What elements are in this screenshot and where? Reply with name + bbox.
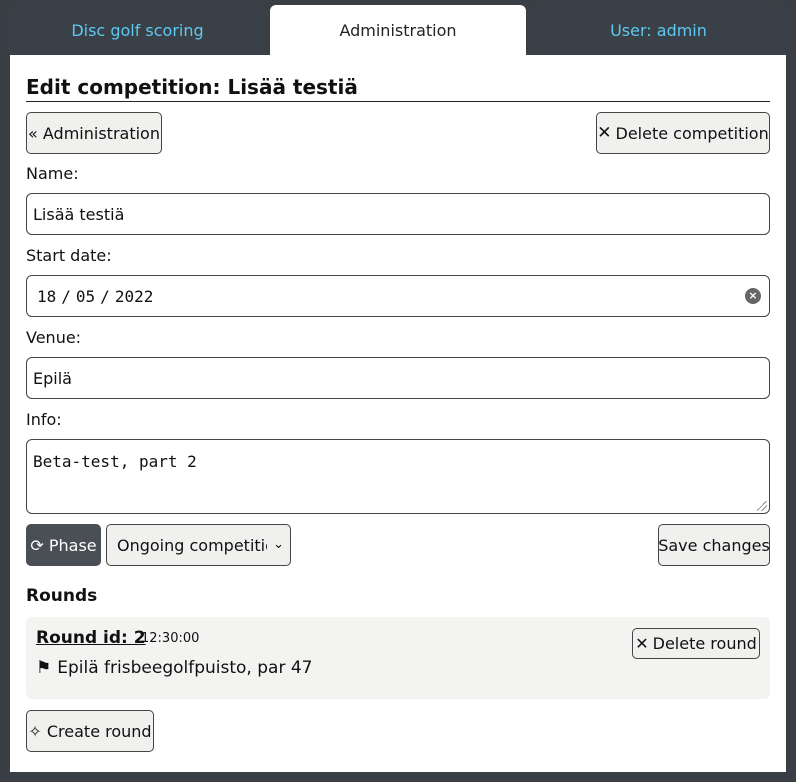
date-separator: / [100, 286, 110, 306]
name-input[interactable]: Lisää testiä [26, 193, 770, 235]
date-month[interactable]: 05 [76, 287, 95, 306]
tab-administration[interactable]: Administration [270, 5, 526, 55]
round-venue: ⚑ Epilä frisbeegolfpuisto, par 47 [36, 658, 312, 678]
phase-select-value: Ongoing competition [117, 535, 267, 555]
rounds-heading: Rounds [26, 586, 98, 606]
info-textarea[interactable]: Beta-test, part 2 [26, 439, 770, 514]
date-separator: / [61, 286, 71, 306]
delete-round-label: Delete round [652, 634, 757, 653]
phase-button[interactable]: ⟳ Phase [26, 524, 101, 566]
back-to-administration-button[interactable]: « Administration [26, 112, 162, 154]
name-label: Name: [26, 164, 79, 183]
delete-competition-button[interactable]: ✕ Delete competition [596, 112, 770, 154]
close-icon: ✕ [635, 634, 649, 653]
flag-icon: ⚑ [36, 658, 52, 678]
tab-bar: Disc golf scoring Administration User: a… [0, 0, 796, 55]
date-year[interactable]: 2022 [115, 287, 154, 306]
close-icon: ✕ [597, 123, 612, 143]
start-date-input[interactable]: 18 / 05 / 2022 × [26, 275, 770, 317]
delete-round-button[interactable]: ✕ Delete round [632, 628, 760, 659]
page-title: Edit competition: Lisää testiä [26, 74, 770, 102]
phase-select[interactable]: Ongoing competition ⌄ [106, 524, 291, 566]
edit-competition-panel: Edit competition: Lisää testiä « Adminis… [10, 55, 786, 772]
start-date-label: Start date: [26, 246, 112, 265]
tab-disc-golf-scoring[interactable]: Disc golf scoring [10, 5, 265, 55]
venue-input[interactable]: Epilä [26, 357, 770, 399]
round-time: 12:30:00 [141, 631, 200, 646]
back-button-label: « Administration [28, 123, 160, 143]
save-changes-label: Save changes [658, 535, 770, 555]
create-round-button[interactable]: ✧ Create round [26, 710, 154, 752]
tab-user[interactable]: User: admin [531, 5, 786, 55]
round-card: Round id: 2 12:30:00 ✕ Delete round ⚑ Epi… [26, 617, 770, 699]
clear-date-icon[interactable]: × [745, 288, 761, 304]
venue-value: Epilä [33, 368, 72, 388]
delete-competition-label: Delete competition [615, 123, 769, 143]
create-round-label: ✧ Create round [28, 721, 152, 741]
venue-label: Venue: [26, 328, 82, 347]
save-changes-button[interactable]: Save changes [658, 524, 770, 566]
round-id-link[interactable]: Round id: 2 [36, 628, 146, 648]
resize-handle-icon[interactable] [757, 501, 767, 511]
chevron-down-icon: ⌄ [273, 537, 284, 552]
info-value: Beta-test, part 2 [33, 452, 197, 471]
round-venue-text: Epilä frisbeegolfpuisto, par 47 [57, 658, 313, 678]
date-day[interactable]: 18 [37, 287, 56, 306]
phase-button-label: ⟳ Phase [30, 535, 97, 555]
info-label: Info: [26, 410, 62, 429]
name-value: Lisää testiä [33, 204, 125, 224]
